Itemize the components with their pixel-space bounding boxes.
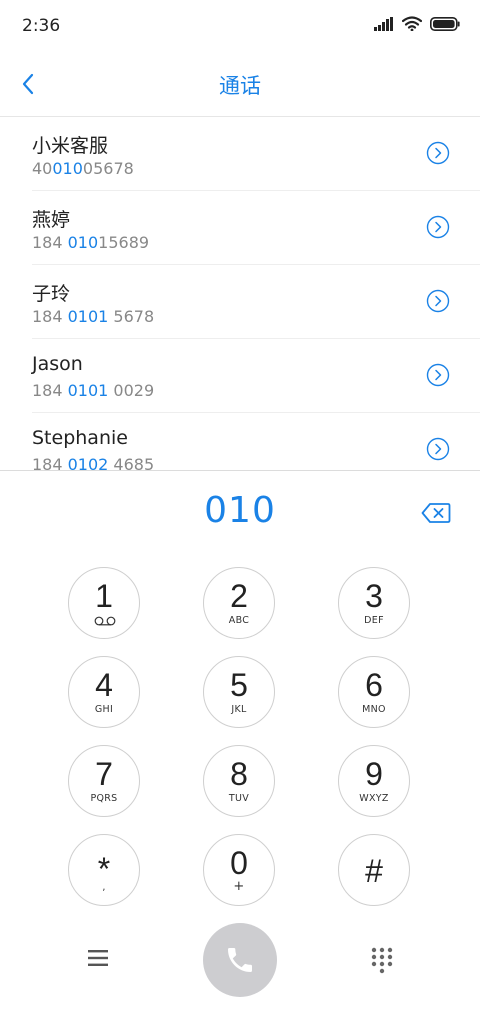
contact-name: 燕婷: [32, 209, 71, 231]
contact-number: 184 01015689: [32, 233, 149, 252]
key-star[interactable]: * ,: [68, 834, 140, 906]
key-digit: 6: [365, 667, 383, 703]
key-digit: 0: [230, 845, 248, 881]
contact-row[interactable]: 子玲 184 0101 5678: [32, 265, 480, 339]
contact-name: Stephanie: [32, 427, 128, 449]
backspace-button[interactable]: [418, 498, 454, 528]
key-8[interactable]: 8 TUV: [203, 745, 275, 817]
number-match: 010: [52, 159, 83, 178]
key-letters: ,: [102, 882, 106, 893]
key-1[interactable]: 1: [68, 567, 140, 639]
number-prefix: 184: [32, 307, 68, 326]
signal-icon: [374, 16, 393, 31]
contact-detail-icon[interactable]: [426, 215, 450, 239]
contact-number: 184 0102 4685: [32, 455, 154, 470]
contact-name: 小米客服: [32, 135, 109, 157]
contact-number: 184 0101 5678: [32, 307, 154, 326]
contact-detail-icon[interactable]: [426, 141, 450, 165]
contact-number: 184 0101 0029: [32, 381, 154, 400]
number-match: 0101: [67, 381, 109, 400]
battery-icon: [430, 16, 460, 31]
key-9[interactable]: 9 WXYZ: [338, 745, 410, 817]
key-6[interactable]: 6 MNO: [338, 656, 410, 728]
number-suffix: 15689: [98, 233, 150, 252]
contact-row[interactable]: 小米客服 4001005678: [32, 117, 480, 191]
key-digit: 7: [95, 756, 113, 792]
status-bar: 2:36: [0, 0, 480, 52]
dialed-number: 010: [204, 490, 276, 531]
key-letters: +: [233, 879, 245, 894]
key-letters: TUV: [228, 793, 250, 804]
status-icons: [374, 16, 460, 31]
key-digit: 9: [365, 756, 383, 792]
header: 通话: [0, 52, 480, 117]
key-letters: GHI: [94, 704, 114, 715]
key-letters: PQRS: [90, 793, 118, 804]
key-digit: 8: [230, 756, 248, 792]
contact-list: 小米客服 4001005678 燕婷 184 01015689 子玲 184 0…: [0, 117, 480, 470]
contact-row[interactable]: Jason 184 0101 0029: [32, 339, 480, 413]
wifi-icon: [402, 16, 422, 31]
call-button[interactable]: [203, 923, 277, 997]
backspace-icon: [421, 503, 451, 523]
key-digit: 5: [230, 667, 248, 703]
key-letters: MNO: [362, 704, 386, 715]
number-suffix: 0029: [108, 381, 155, 400]
page-title: 通话: [219, 74, 261, 98]
key-digit: *: [97, 851, 111, 887]
contact-detail-icon[interactable]: [426, 437, 450, 461]
voicemail-icon: [94, 616, 116, 626]
status-time: 2:36: [22, 16, 61, 36]
number-suffix: 05678: [82, 159, 134, 178]
contact-detail-icon[interactable]: [426, 289, 450, 313]
key-3[interactable]: 3 DEF: [338, 567, 410, 639]
number-suffix: 4685: [108, 455, 155, 470]
key-digit: 2: [230, 578, 248, 614]
number-match: 010: [67, 233, 99, 252]
number-match: 0101: [67, 307, 109, 326]
contact-name: 子玲: [32, 283, 71, 305]
phone-icon: [228, 948, 252, 972]
key-digit: 1: [95, 578, 113, 614]
key-2[interactable]: 2 ABC: [203, 567, 275, 639]
key-digit: 4: [95, 667, 113, 703]
number-suffix: 5678: [108, 307, 155, 326]
dialpad-icon[interactable]: [370, 946, 394, 974]
menu-icon[interactable]: [84, 946, 112, 970]
key-5[interactable]: 5 JKL: [203, 656, 275, 728]
number-match: 0102: [67, 455, 109, 470]
contact-row[interactable]: Stephanie 184 0102 4685: [32, 413, 480, 470]
number-prefix: 184: [32, 455, 68, 470]
number-prefix: 184: [32, 381, 68, 400]
key-4[interactable]: 4 GHI: [68, 656, 140, 728]
key-letters: JKL: [231, 704, 247, 715]
contact-name: Jason: [32, 353, 83, 375]
key-0[interactable]: 0 +: [203, 834, 275, 906]
key-digit: 3: [365, 578, 383, 614]
number-prefix: 40: [32, 159, 53, 178]
key-hash[interactable]: #: [338, 834, 410, 906]
number-prefix: 184: [32, 233, 68, 252]
contact-number: 4001005678: [32, 159, 134, 178]
contact-detail-icon[interactable]: [426, 363, 450, 387]
key-7[interactable]: 7 PQRS: [68, 745, 140, 817]
key-letters: WXYZ: [359, 793, 389, 804]
key-digit: #: [365, 853, 383, 889]
contact-row[interactable]: 燕婷 184 01015689: [32, 191, 480, 265]
divider: [0, 470, 480, 471]
key-letters: DEF: [364, 615, 384, 626]
key-letters: ABC: [228, 615, 250, 626]
